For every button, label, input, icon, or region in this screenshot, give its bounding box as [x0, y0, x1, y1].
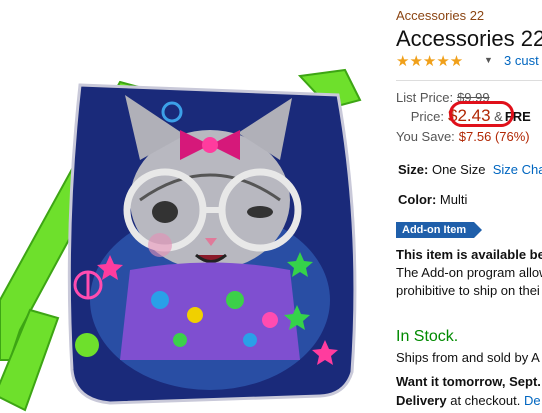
- rating-stars-icon[interactable]: ★★★★★: [396, 52, 463, 70]
- size-label: Size:: [398, 162, 429, 177]
- you-save-value: $7.56 (76%): [458, 129, 530, 144]
- addon-line-1: The Add-on program allow: [396, 265, 542, 280]
- addon-headline: This item is available be: [396, 247, 542, 262]
- delivery-row: Delivery at checkout. De: [396, 393, 541, 408]
- divider: [396, 80, 542, 81]
- crossbody-bag-image: [0, 68, 362, 412]
- brand-link[interactable]: Accessories 22: [396, 8, 484, 23]
- list-price-label: List Price:: [396, 90, 454, 105]
- color-value: Multi: [439, 192, 468, 207]
- chevron-down-icon[interactable]: ▼: [484, 55, 493, 65]
- you-save-label: You Save:: [396, 129, 455, 144]
- size-value: One Size: [431, 162, 486, 177]
- size-chart-link[interactable]: Size Cha: [493, 162, 542, 177]
- in-stock-status: In Stock.: [396, 328, 459, 345]
- color-label: Color:: [398, 192, 437, 207]
- product-image[interactable]: [0, 0, 388, 413]
- color-row: Color: Multi: [398, 192, 467, 207]
- price-label: Price:: [410, 109, 444, 124]
- delivery-details-link[interactable]: De: [524, 393, 541, 408]
- ships-from-text: Ships from and sold by A: [396, 350, 540, 365]
- addon-line-2: prohibitive to ship on thei: [396, 283, 540, 298]
- price-highlight-oval: [449, 101, 514, 127]
- product-title: Accessories 22: [396, 26, 542, 51]
- delivery-text: at checkout.: [450, 393, 521, 408]
- reviews-link[interactable]: 3 cust: [504, 53, 539, 68]
- you-save-row: You Save: $7.56 (76%): [396, 129, 530, 144]
- add-on-item-badge: Add-on Item: [396, 222, 483, 238]
- product-detail-panel: Accessories 22 Accessories 22 ★★★★★ ▼ 3 …: [396, 0, 542, 413]
- delivery-label: Delivery: [396, 393, 447, 408]
- size-row: Size: One Size Size Cha: [398, 162, 542, 177]
- delivery-promise: Want it tomorrow, Sept.: [396, 374, 541, 389]
